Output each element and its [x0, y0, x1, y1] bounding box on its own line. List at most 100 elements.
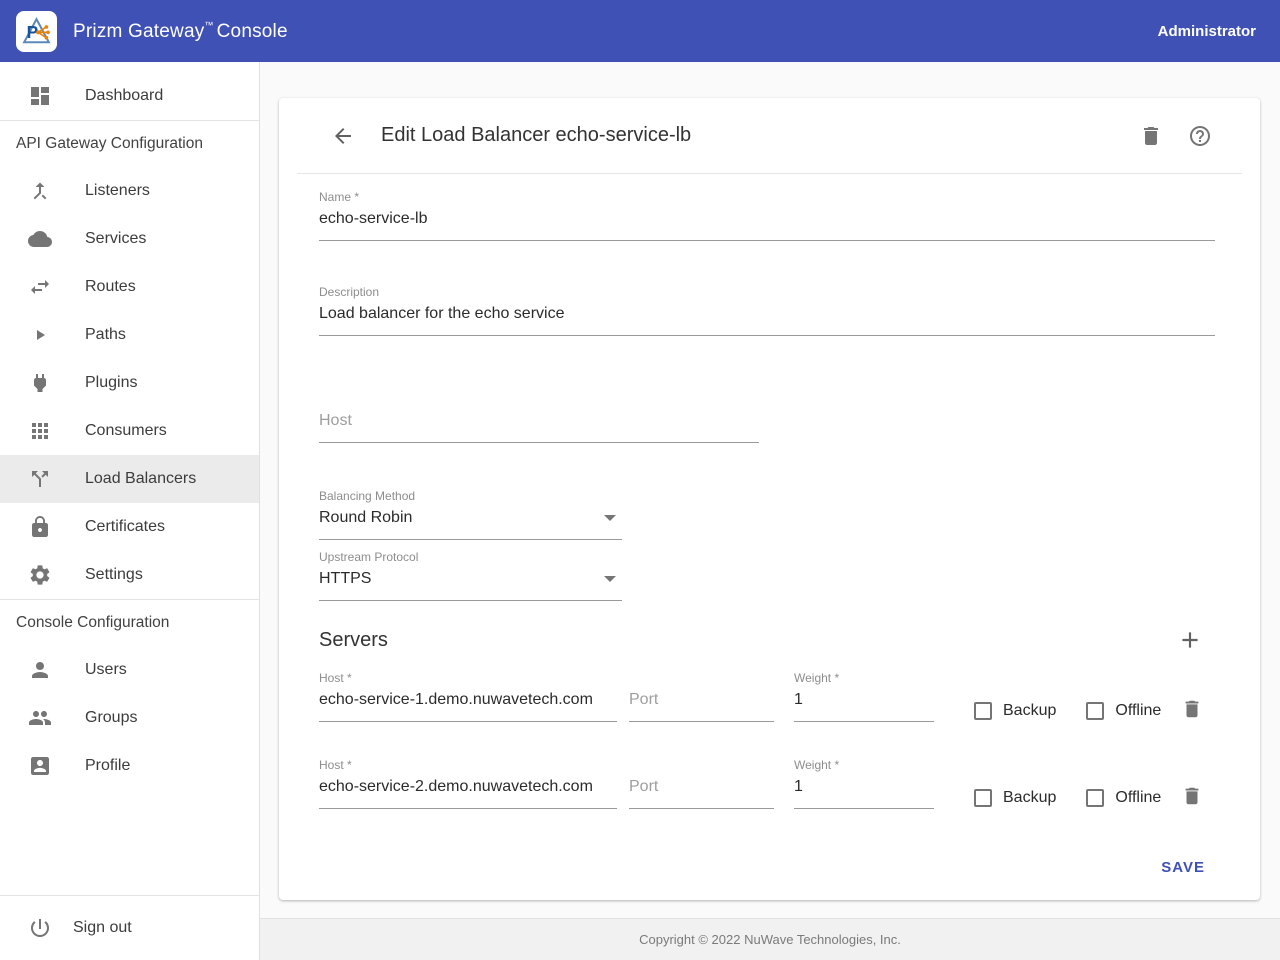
sidebar-item-paths[interactable]: Paths: [0, 311, 259, 359]
sidebar-item-listeners[interactable]: Listeners: [0, 167, 259, 215]
copyright-text: Copyright © 2022 NuWave Technologies, In…: [639, 932, 901, 947]
server-row: Host * Weight *: [319, 758, 1215, 809]
server-weight-input[interactable]: [794, 772, 934, 809]
sidebar-item-routes[interactable]: Routes: [0, 263, 259, 311]
server-weight-field: Weight *: [794, 671, 934, 722]
delete-server-icon[interactable]: [1181, 698, 1203, 720]
sidebar-item-settings[interactable]: Settings: [0, 551, 259, 599]
swap-horizontal-icon: [28, 275, 52, 299]
sidebar-item-label: Consumers: [85, 422, 167, 440]
offline-checkbox[interactable]: [1086, 702, 1104, 720]
host-field: [319, 406, 759, 443]
host-input[interactable]: [319, 406, 759, 443]
sidebar-item-label: Certificates: [85, 518, 165, 536]
server-host-field: Host *: [319, 671, 617, 722]
sign-out-button[interactable]: Sign out: [0, 896, 259, 960]
help-icon[interactable]: [1188, 124, 1212, 148]
sidebar-section-gateway: API Gateway Configuration: [0, 121, 259, 167]
servers-heading: Servers: [319, 628, 388, 652]
server-weight-field: Weight *: [794, 758, 934, 809]
call-merge-icon: [28, 179, 52, 203]
sidebar-item-label: Services: [85, 230, 146, 248]
backup-checkbox[interactable]: [974, 789, 992, 807]
cloud-icon: [28, 227, 52, 251]
server-host-input[interactable]: [319, 772, 617, 809]
edit-load-balancer-card: Edit Load Balancer echo-service-lb Name …: [279, 98, 1260, 900]
server-weight-label: Weight *: [794, 671, 934, 685]
backup-checkbox[interactable]: [974, 702, 992, 720]
server-weight-label: Weight *: [794, 758, 934, 772]
server-host-label: Host *: [319, 758, 617, 772]
balancing-method-field: Balancing Method Round Robin: [319, 489, 622, 540]
delete-server-icon[interactable]: [1181, 785, 1203, 807]
offline-label: Offline: [1115, 702, 1161, 720]
server-port-field: [629, 685, 774, 722]
backup-checkbox-group[interactable]: Backup: [974, 789, 1056, 807]
server-host-label: Host *: [319, 671, 617, 685]
name-input[interactable]: [319, 204, 1215, 241]
balancing-method-select[interactable]: Round Robin: [319, 503, 622, 540]
offline-checkbox[interactable]: [1086, 789, 1104, 807]
offline-checkbox-group[interactable]: Offline: [1086, 789, 1161, 807]
load-balancer-form: Name * Description Balancing Method: [279, 174, 1260, 900]
content-area: Edit Load Balancer echo-service-lb Name …: [260, 62, 1280, 918]
sidebar-item-profile[interactable]: Profile: [0, 742, 259, 790]
apps-grid-icon: [28, 419, 52, 443]
sidebar-item-label: Users: [85, 661, 127, 679]
sidebar-item-label: Routes: [85, 278, 136, 296]
sidebar-item-label: Profile: [85, 757, 130, 775]
person-icon: [28, 658, 52, 682]
power-plug-icon: [28, 371, 52, 395]
sidebar-item-groups[interactable]: Groups: [0, 694, 259, 742]
server-weight-input[interactable]: [794, 685, 934, 722]
card-header: Edit Load Balancer echo-service-lb: [279, 98, 1260, 173]
sidebar-item-plugins[interactable]: Plugins: [0, 359, 259, 407]
offline-checkbox-group[interactable]: Offline: [1086, 702, 1161, 720]
sidebar-item-label: Load Balancers: [85, 470, 196, 488]
save-button[interactable]: SAVE: [1151, 851, 1215, 884]
sidebar: Dashboard API Gateway Configuration List…: [0, 62, 260, 960]
server-host-field: Host *: [319, 758, 617, 809]
form-actions: SAVE: [319, 851, 1215, 884]
prizm-logo-icon: P: [16, 11, 57, 52]
sidebar-item-users[interactable]: Users: [0, 646, 259, 694]
sidebar-item-label: Paths: [85, 326, 126, 344]
sidebar-item-services[interactable]: Services: [0, 215, 259, 263]
chevron-down-icon: [604, 576, 616, 582]
server-port-input[interactable]: [629, 685, 774, 722]
sidebar-item-load-balancers[interactable]: Load Balancers: [0, 455, 259, 503]
server-row: Host * Weight *: [319, 671, 1215, 722]
server-host-input[interactable]: [319, 685, 617, 722]
main-area: Edit Load Balancer echo-service-lb Name …: [260, 62, 1280, 960]
offline-label: Offline: [1115, 789, 1161, 807]
sidebar-item-label: Groups: [85, 709, 137, 727]
name-field: Name *: [319, 190, 1215, 241]
call-split-icon: [28, 467, 52, 491]
play-arrow-icon: [28, 323, 52, 347]
sidebar-item-dashboard[interactable]: Dashboard: [0, 72, 259, 120]
sidebar-item-certificates[interactable]: Certificates: [0, 503, 259, 551]
backup-checkbox-group[interactable]: Backup: [974, 702, 1056, 720]
description-input[interactable]: [319, 299, 1215, 336]
back-button[interactable]: [331, 124, 355, 148]
add-server-icon[interactable]: [1177, 627, 1203, 653]
page-footer: Copyright © 2022 NuWave Technologies, In…: [260, 918, 1280, 960]
upstream-protocol-select[interactable]: HTTPS: [319, 564, 622, 601]
upstream-protocol-label: Upstream Protocol: [319, 550, 622, 564]
server-port-input[interactable]: [629, 772, 774, 809]
dashboard-icon: [28, 84, 52, 108]
backup-label: Backup: [1003, 702, 1056, 720]
upstream-protocol-value: HTTPS: [319, 570, 371, 587]
description-field: Description: [319, 285, 1215, 336]
lock-icon: [28, 515, 52, 539]
upstream-protocol-field: Upstream Protocol HTTPS: [319, 550, 622, 601]
servers-header: Servers: [319, 627, 1215, 653]
sidebar-item-consumers[interactable]: Consumers: [0, 407, 259, 455]
sidebar-item-label: Plugins: [85, 374, 137, 392]
balancing-method-label: Balancing Method: [319, 489, 622, 503]
administrator-menu-button[interactable]: Administrator: [1158, 23, 1256, 40]
delete-load-balancer-icon[interactable]: [1139, 124, 1163, 148]
sidebar-section-console: Console Configuration: [0, 600, 259, 646]
sidebar-item-label: Dashboard: [85, 87, 163, 105]
gear-icon: [28, 563, 52, 587]
